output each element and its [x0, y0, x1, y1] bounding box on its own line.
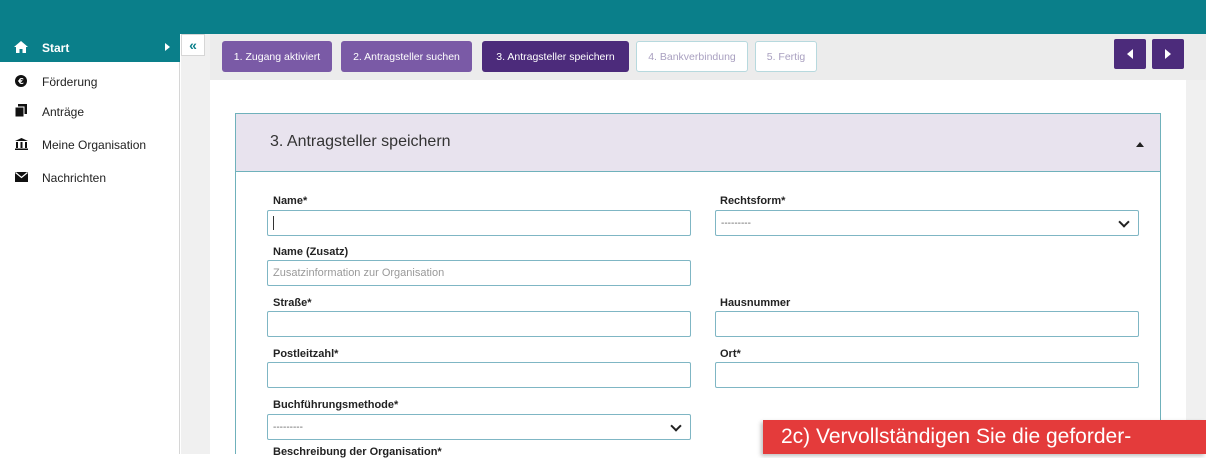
rechtsform-value: ---------	[721, 217, 751, 229]
hausnummer-input[interactable]	[715, 311, 1139, 337]
sidebar-item-label: Start	[42, 41, 70, 55]
sidebar-item-label: Meine Organisation	[42, 138, 147, 152]
ort-input[interactable]	[715, 362, 1139, 388]
next-step-button[interactable]	[1152, 39, 1184, 69]
strasse-input[interactable]	[267, 311, 691, 337]
ort-label: Ort*	[720, 348, 741, 360]
chevron-down-icon	[670, 420, 682, 432]
top-bar	[0, 0, 1206, 34]
sidebar-item-label: Förderung	[42, 75, 98, 89]
panel-header[interactable]: 3. Antragsteller speichern	[236, 114, 1160, 172]
envelope-icon	[14, 171, 28, 185]
sidebar-item-antraege[interactable]: Anträge	[0, 98, 180, 126]
chevron-left-icon	[1127, 49, 1133, 59]
step-label: 2. Antragsteller suchen	[353, 50, 460, 63]
beschreibung-label: Beschreibung der Organisation*	[273, 446, 442, 458]
step-zugang-aktiviert[interactable]: 1. Zugang aktiviert	[222, 41, 332, 72]
name-label: Name*	[273, 195, 308, 207]
buchfuehrung-label: Buchführungsmethode*	[273, 399, 399, 411]
sidebar-item-start[interactable]: Start	[0, 34, 180, 62]
sidebar-collapse-button[interactable]: «	[181, 34, 205, 56]
sidebar-item-nachrichten[interactable]: Nachrichten	[0, 164, 180, 192]
hausnummer-label: Hausnummer	[720, 297, 791, 309]
home-icon	[14, 40, 28, 56]
step-label: 1. Zugang aktiviert	[233, 50, 321, 63]
step-antragsteller-speichern[interactable]: 3. Antragsteller speichern	[482, 41, 629, 72]
postleitzahl-input[interactable]	[267, 362, 691, 388]
name-zusatz-label: Name (Zusatz)	[273, 246, 349, 258]
step-label: 3. Antragsteller speichern	[496, 50, 615, 63]
rechtsform-select[interactable]: ---------	[715, 210, 1139, 236]
chevron-right-icon	[1165, 49, 1171, 59]
previous-step-button[interactable]	[1114, 39, 1146, 69]
caret-right-icon	[165, 43, 170, 51]
step-label: 5. Fertig	[766, 50, 806, 63]
instruction-callout: 2c) Vervollständigen Sie die geforder-	[763, 420, 1206, 454]
strasse-label: Straße*	[273, 297, 312, 309]
step-fertig[interactable]: 5. Fertig	[755, 41, 817, 72]
sidebar: Start € Förderung Anträge Meine Organisa…	[0, 34, 180, 454]
name-zusatz-placeholder: Zusatzinformation zur Organisation	[273, 267, 445, 279]
rechtsform-label: Rechtsform*	[720, 195, 786, 207]
step-label: 4. Bankverbindung	[648, 50, 736, 63]
panel-title: 3. Antragsteller speichern	[270, 133, 451, 150]
name-input[interactable]	[267, 210, 691, 236]
bank-icon	[14, 137, 28, 153]
callout-text: 2c) Vervollständigen Sie die geforder-	[781, 425, 1132, 448]
plz-label: Postleitzahl*	[273, 348, 339, 360]
collapse-caret-icon[interactable]	[1136, 142, 1144, 147]
sidebar-item-meine-organisation[interactable]: Meine Organisation	[0, 131, 180, 159]
documents-icon	[14, 104, 28, 120]
sidebar-item-label: Anträge	[42, 105, 85, 119]
sidebar-item-label: Nachrichten	[42, 171, 107, 185]
sidebar-item-foerderung[interactable]: € Förderung	[0, 68, 180, 96]
svg-text:€: €	[17, 77, 24, 86]
name-zusatz-input[interactable]: Zusatzinformation zur Organisation	[267, 260, 691, 286]
buchfuehrung-value: ---------	[273, 421, 303, 433]
buchfuehrung-select[interactable]: ---------	[267, 414, 691, 440]
chevron-down-icon	[1118, 216, 1130, 228]
euro-icon: €	[14, 74, 28, 90]
step-antragsteller-suchen[interactable]: 2. Antragsteller suchen	[341, 41, 472, 72]
double-chevron-left-icon: «	[189, 37, 197, 53]
step-bankverbindung[interactable]: 4. Bankverbindung	[636, 41, 748, 72]
